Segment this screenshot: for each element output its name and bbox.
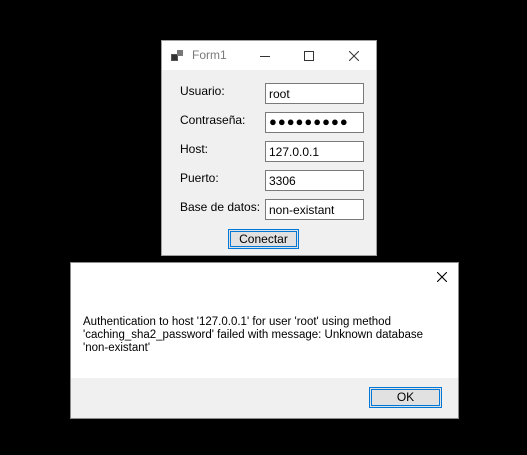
ok-button[interactable]: OK — [369, 387, 442, 408]
contrasena-label: Contraseña: — [180, 113, 246, 127]
base-de-datos-label: Base de datos: — [180, 200, 261, 214]
contrasena-input[interactable]: ●●●●●●●●● — [265, 112, 364, 133]
puerto-input[interactable]: 3306 — [265, 170, 364, 191]
maximize-icon — [304, 50, 314, 61]
close-icon — [437, 272, 447, 282]
minimize-button[interactable] — [243, 41, 287, 70]
error-message-line: Authentication to host '127.0.0.1' for u… — [83, 316, 391, 328]
close-button[interactable] — [332, 41, 376, 70]
usuario-label: Usuario: — [180, 84, 225, 98]
app-icon[interactable] — [171, 49, 184, 62]
error-message-box: Authentication to host '127.0.0.1' for u… — [70, 262, 459, 419]
window-title: Form1 — [192, 48, 227, 62]
conectar-button[interactable]: Conectar — [228, 229, 299, 249]
message-button-bar: OK — [71, 378, 458, 418]
base-de-datos-input[interactable]: non-existant — [265, 199, 364, 220]
usuario-input[interactable]: root — [265, 83, 364, 104]
form1-window: Form1 Usuario: root Contraseña: ●●●●●●●●… — [161, 40, 377, 256]
minimize-icon — [260, 55, 270, 57]
message-close-button[interactable] — [426, 263, 458, 291]
maximize-button[interactable] — [287, 41, 331, 70]
host-input[interactable]: 127.0.0.1 — [265, 141, 364, 162]
puerto-label: Puerto: — [180, 171, 219, 185]
error-message-line: 'non-existant' — [83, 342, 151, 354]
form1-titlebar[interactable]: Form1 — [162, 41, 376, 70]
error-message-line: 'caching_sha2_password' failed with mess… — [83, 329, 424, 341]
host-label: Host: — [180, 142, 209, 156]
error-message-text: Authentication to host '127.0.0.1' for u… — [83, 316, 443, 355]
close-icon — [349, 50, 359, 61]
